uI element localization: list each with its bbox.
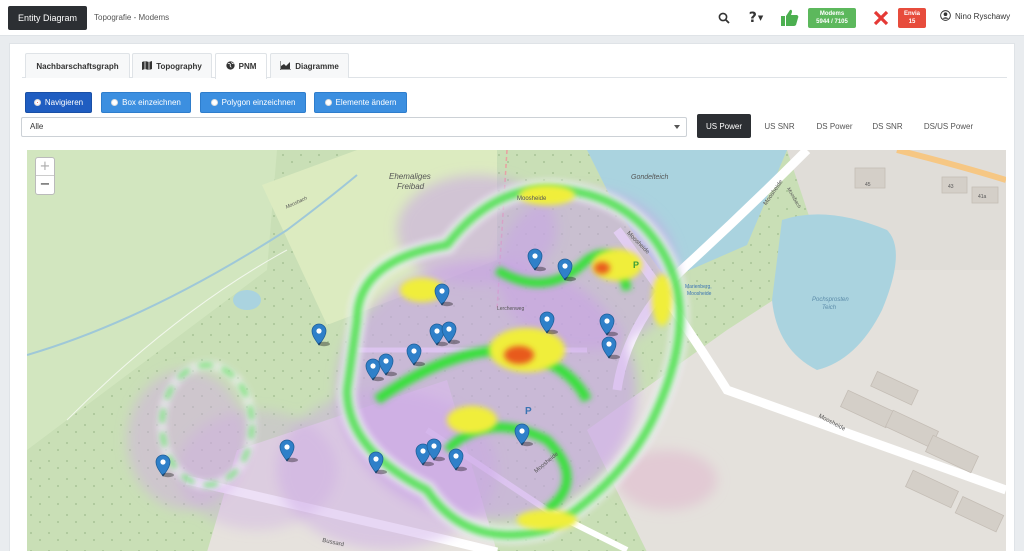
map-label: Lerchenweg (497, 306, 525, 312)
tab-pnm[interactable]: PNM (215, 53, 267, 79)
breadcrumb: Topografie - Modems (94, 13, 170, 22)
elemente-aendern-button[interactable]: Elemente ändern (314, 92, 407, 113)
map-canvas (27, 150, 1006, 551)
radio-selected-icon (33, 99, 41, 106)
zoom-control: + − (35, 157, 55, 195)
house-number: 43 (948, 184, 954, 190)
map-label: Teich (822, 305, 837, 311)
user-menu[interactable]: Nino Ryschawy (940, 10, 1010, 23)
metric-ds-snr[interactable]: DS SNR (865, 114, 910, 138)
badge-value: 5944 / 7105 (816, 19, 848, 25)
metric-ds-power[interactable]: DS Power (808, 114, 861, 138)
tab-diagramme[interactable]: Diagramme (270, 53, 349, 78)
filter-select[interactable]: Alle (21, 117, 687, 137)
box-einzeichnen-button[interactable]: Box einzeichnen (101, 92, 191, 113)
house-number: 41a (978, 194, 987, 200)
envia-badge[interactable]: Envia 15 (898, 8, 926, 28)
metric-us-power[interactable]: US Power (697, 114, 751, 138)
thumbs-up-icon[interactable] (779, 7, 801, 29)
badge-title: Envia (903, 11, 920, 17)
close-icon[interactable] (872, 7, 890, 29)
filter-value: Alle (30, 122, 44, 131)
globe-icon (225, 61, 235, 72)
map-label: Freibad (397, 182, 425, 191)
tab-bar: Nachbarschaftsgraph Topography PNM Diagr… (22, 53, 1007, 79)
map-label: Ehemaliges (389, 172, 431, 181)
parking-label: P (633, 260, 640, 270)
top-navbar: Entity Diagram Topografie - Modems ? ▼ Mo… (0, 0, 1024, 36)
entity-diagram-button[interactable]: Entity Diagram (8, 6, 88, 30)
zoom-out-button[interactable]: − (36, 176, 54, 194)
search-icon[interactable] (716, 7, 732, 29)
chevron-down-icon (674, 125, 680, 129)
navigieren-button[interactable]: Navigieren (25, 92, 92, 113)
parking-label: P (525, 406, 532, 417)
radio-icon (210, 99, 218, 106)
zoom-in-button[interactable]: + (36, 158, 54, 176)
user-name: Nino Ryschawy (955, 12, 1011, 21)
pnm-map[interactable]: Ehemaliges Freibad Gondelteich Moosbach … (27, 150, 1006, 551)
polygon-einzeichnen-button[interactable]: Polygon einzeichnen (200, 92, 306, 113)
map-icon (142, 60, 153, 72)
main-panel: Nachbarschaftsgraph Topography PNM Diagr… (9, 43, 1015, 551)
map-label: Marienberg, (685, 284, 712, 290)
map-label: Gondelteich (631, 174, 669, 181)
user-icon (940, 10, 951, 23)
radio-icon (324, 99, 332, 106)
badge-title: Modems (819, 11, 845, 17)
tab-nachbarschaftsgraph[interactable]: Nachbarschaftsgraph (25, 53, 130, 78)
map-label: Pochsprosten (812, 297, 849, 303)
map-label: Moosheide (517, 196, 547, 202)
modems-count-badge[interactable]: Modems 5944 / 7105 (808, 8, 856, 28)
small-pond (233, 290, 261, 310)
house-number: 45 (865, 182, 871, 188)
tab-topography[interactable]: Topography (132, 53, 212, 78)
badge-value: 15 (908, 19, 916, 25)
radio-icon (111, 99, 119, 106)
metric-us-snr[interactable]: US SNR (755, 114, 804, 138)
metric-ds-us-power[interactable]: DS/US Power (914, 114, 983, 138)
map-label: Moosheide (687, 291, 712, 297)
help-icon[interactable]: ? ▼ (744, 7, 768, 29)
area-chart-icon (279, 60, 292, 72)
